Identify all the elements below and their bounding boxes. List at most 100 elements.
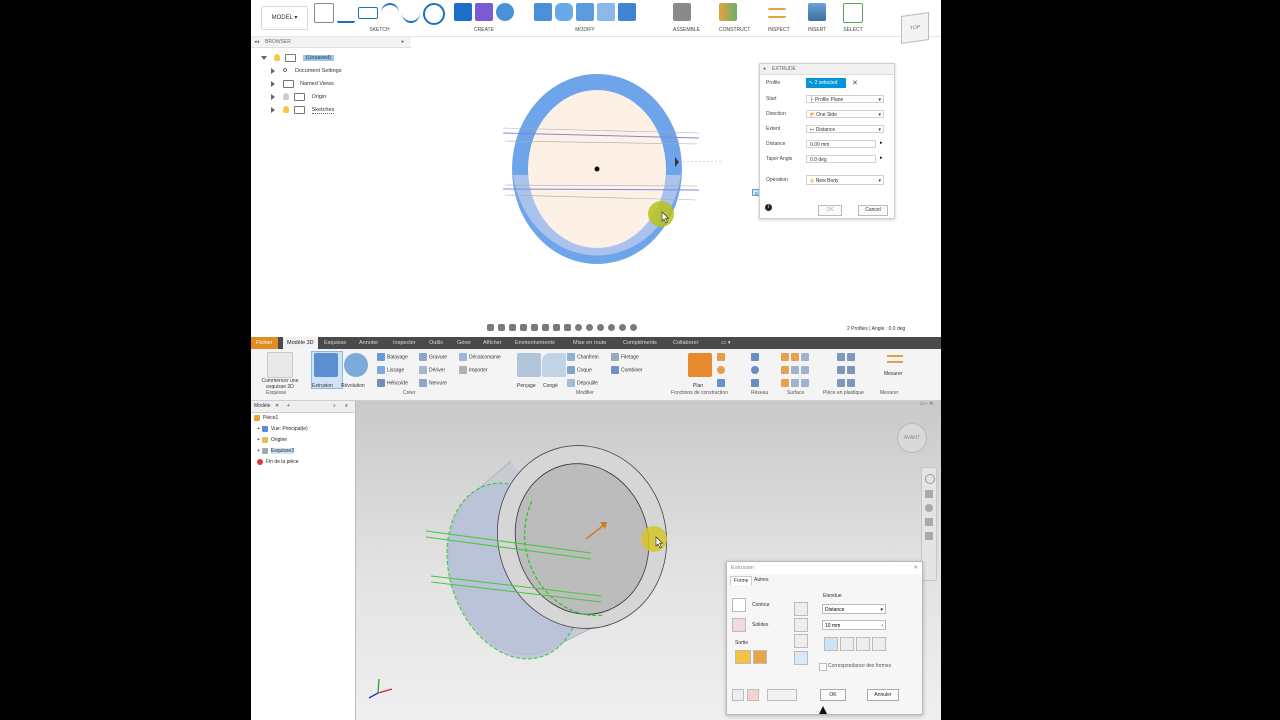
chevron-right-icon[interactable]: › bbox=[881, 621, 883, 631]
center-point[interactable] bbox=[594, 166, 600, 172]
help-icon[interactable] bbox=[732, 689, 744, 701]
menu-gerer[interactable]: Gérer bbox=[457, 337, 471, 349]
zoom-icon[interactable] bbox=[925, 504, 933, 512]
surface-tools[interactable] bbox=[781, 353, 811, 361]
operation-dropdown[interactable]: ◍ New Body ▾ bbox=[806, 175, 884, 185]
extrusion-dialog-header[interactable]: Extrusion ✕ bbox=[727, 562, 922, 574]
direction-1-icon[interactable] bbox=[824, 637, 838, 651]
menu-mise-en-route[interactable]: Mise en route bbox=[573, 337, 606, 349]
menu-collaborer[interactable]: Collaborer bbox=[673, 337, 698, 349]
axis-button[interactable] bbox=[717, 353, 727, 361]
revolution-label[interactable]: Révolution bbox=[341, 383, 365, 389]
menu-icon[interactable]: ≡ bbox=[345, 401, 348, 412]
spinner-icon[interactable]: ▸ bbox=[880, 155, 883, 161]
surface-tools-2[interactable] bbox=[781, 366, 811, 374]
camera-icon[interactable] bbox=[619, 324, 626, 331]
menu-complements[interactable]: Compléments bbox=[623, 337, 657, 349]
tab-autres[interactable]: Autres bbox=[754, 577, 768, 583]
close-icon[interactable]: ✕ bbox=[913, 562, 918, 574]
clear-selection-icon[interactable]: ✕ bbox=[852, 79, 858, 87]
ucs-button[interactable] bbox=[717, 379, 727, 387]
percage-icon[interactable] bbox=[517, 353, 541, 377]
section-modifier[interactable]: Modifier bbox=[576, 390, 594, 396]
steering-wheel-icon[interactable] bbox=[925, 474, 935, 484]
depouille-button[interactable]: Dépouille bbox=[567, 379, 598, 387]
balayage-button[interactable]: Balayage bbox=[377, 353, 408, 361]
zoom-window-icon[interactable] bbox=[531, 324, 538, 331]
plan-label[interactable]: Plan bbox=[693, 383, 703, 389]
conge-label[interactable]: Congé bbox=[543, 383, 558, 389]
chanfrein-button[interactable]: Chanfrein bbox=[567, 353, 599, 361]
cancel-button[interactable]: Annuler bbox=[867, 689, 899, 701]
match-shape-checkbox[interactable] bbox=[819, 663, 827, 671]
distance-input[interactable]: 0.00 mm bbox=[806, 140, 876, 148]
decalcomanie-button[interactable]: Décalcomanie bbox=[459, 353, 501, 361]
conge-icon[interactable] bbox=[542, 353, 566, 377]
helicoide-button[interactable]: Hélicoïde bbox=[377, 379, 408, 387]
collapse-icon[interactable]: ● bbox=[763, 64, 766, 74]
intersect-icon[interactable] bbox=[794, 634, 808, 648]
start-sketch-label[interactable]: Commencer une esquisse 2D bbox=[256, 378, 304, 390]
percage-label[interactable]: Perçage bbox=[517, 383, 536, 389]
extrusion-preview[interactable] bbox=[425, 425, 688, 676]
viewcube[interactable]: AVANT bbox=[897, 423, 927, 453]
surface-tools-3[interactable] bbox=[781, 379, 811, 387]
info-icon[interactable]: i bbox=[765, 204, 772, 211]
pan-icon[interactable] bbox=[509, 324, 516, 331]
new-solid-icon[interactable] bbox=[794, 651, 808, 665]
combiner-button[interactable]: Combiner bbox=[611, 366, 643, 374]
mirror-button[interactable] bbox=[751, 379, 761, 387]
menu-annoter[interactable]: Annoter bbox=[359, 337, 378, 349]
plan-icon[interactable] bbox=[688, 353, 712, 377]
circular-pattern-button[interactable] bbox=[751, 366, 761, 374]
join-icon[interactable] bbox=[794, 602, 808, 616]
spinner-icon[interactable]: ▸ bbox=[880, 140, 883, 146]
look-at-icon[interactable] bbox=[925, 532, 933, 540]
deriver-button[interactable]: Dériver bbox=[419, 366, 445, 374]
tab-forme[interactable]: Forme bbox=[730, 576, 753, 585]
distance-input[interactable]: 10 mm › bbox=[822, 620, 886, 630]
browser-item-origine[interactable]: + Origine bbox=[257, 436, 287, 445]
look-at-icon[interactable] bbox=[498, 324, 505, 331]
nervure-button[interactable]: Nervure bbox=[419, 379, 447, 387]
ok-button[interactable]: OK bbox=[818, 205, 842, 216]
mesurer-label[interactable]: Mesurer bbox=[884, 371, 902, 377]
menu-afficher[interactable]: Afficher bbox=[483, 337, 502, 349]
section-mesurer[interactable]: Mesurer bbox=[880, 390, 898, 396]
window-controls[interactable]: ▭ ▫ ✕ bbox=[920, 401, 941, 409]
expand-plus-icon[interactable]: + bbox=[257, 437, 260, 443]
browser-item-view[interactable]: + Vue: Principal(e) bbox=[257, 425, 308, 434]
menu-modele-3d[interactable]: Modèle 3D bbox=[283, 337, 318, 349]
plastic-tools-3[interactable] bbox=[837, 379, 857, 387]
extent-dropdown[interactable]: ⊢ Distance ▾ bbox=[806, 125, 884, 133]
orbit-icon[interactable] bbox=[925, 518, 933, 526]
browser-item-esquisse3[interactable]: + Esquisse3 bbox=[257, 447, 294, 456]
expand-plus-icon[interactable]: + bbox=[257, 426, 260, 432]
surface-output-icon[interactable] bbox=[753, 650, 767, 664]
cut-icon[interactable] bbox=[794, 618, 808, 632]
sketch-ring[interactable] bbox=[502, 74, 722, 264]
effects-icon[interactable] bbox=[575, 324, 582, 331]
symmetric-icon[interactable] bbox=[856, 637, 870, 651]
pan-icon[interactable] bbox=[925, 490, 933, 498]
start-sketch-icon[interactable] bbox=[267, 352, 293, 378]
cancel-button[interactable]: Cancel bbox=[858, 205, 888, 216]
extent-dropdown[interactable]: Distance ▾ bbox=[822, 604, 886, 614]
point-button[interactable] bbox=[717, 366, 727, 374]
dynamic-input-icon[interactable] bbox=[747, 689, 759, 701]
measure-icon[interactable] bbox=[887, 355, 903, 363]
ok-button[interactable]: OK bbox=[820, 689, 846, 701]
solides-select-icon[interactable] bbox=[732, 618, 746, 632]
taper-angle-input[interactable]: 0.0 deg bbox=[806, 155, 876, 163]
grid-icon[interactable] bbox=[553, 324, 560, 331]
close-tab-icon[interactable]: ✕ bbox=[275, 401, 279, 412]
add-tab-icon[interactable]: + bbox=[287, 401, 290, 412]
filetage-button[interactable]: Filetage bbox=[611, 353, 639, 361]
lissage-button[interactable]: Lissage bbox=[377, 366, 404, 374]
browser-item-piece[interactable]: Pièce1 bbox=[254, 414, 278, 423]
asymmetric-icon[interactable] bbox=[872, 637, 886, 651]
menu-inspecter[interactable]: Inspecter bbox=[393, 337, 416, 349]
appearance-icon[interactable] bbox=[586, 324, 593, 331]
zoom-icon[interactable] bbox=[520, 324, 527, 331]
coque-button[interactable]: Coque bbox=[567, 366, 592, 374]
